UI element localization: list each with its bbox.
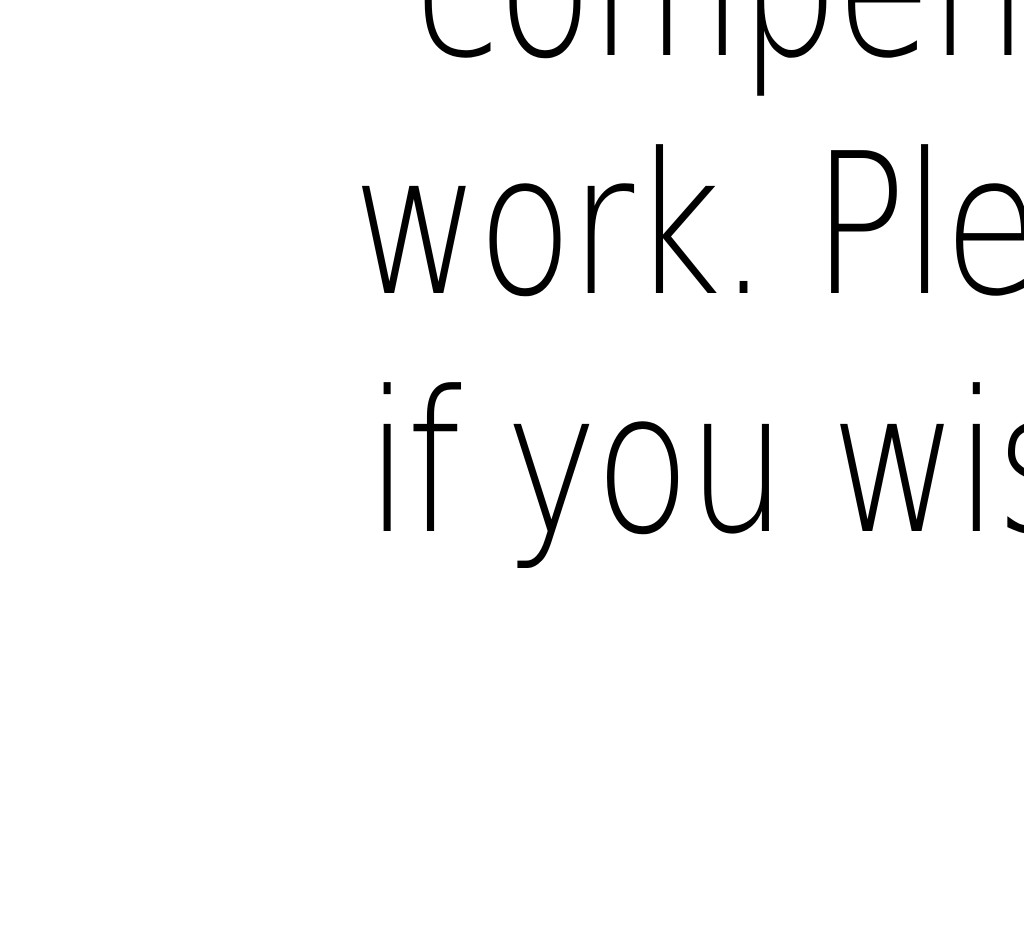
text-line-1: compen <box>414 0 1024 86</box>
text-line-2: work. Ple <box>352 112 1024 340</box>
text-line-3: if you wis <box>366 350 1024 578</box>
page: compen work. Ple if you wis <box>0 0 1024 952</box>
large-text-block: compen work. Ple if you wis <box>352 0 1024 952</box>
